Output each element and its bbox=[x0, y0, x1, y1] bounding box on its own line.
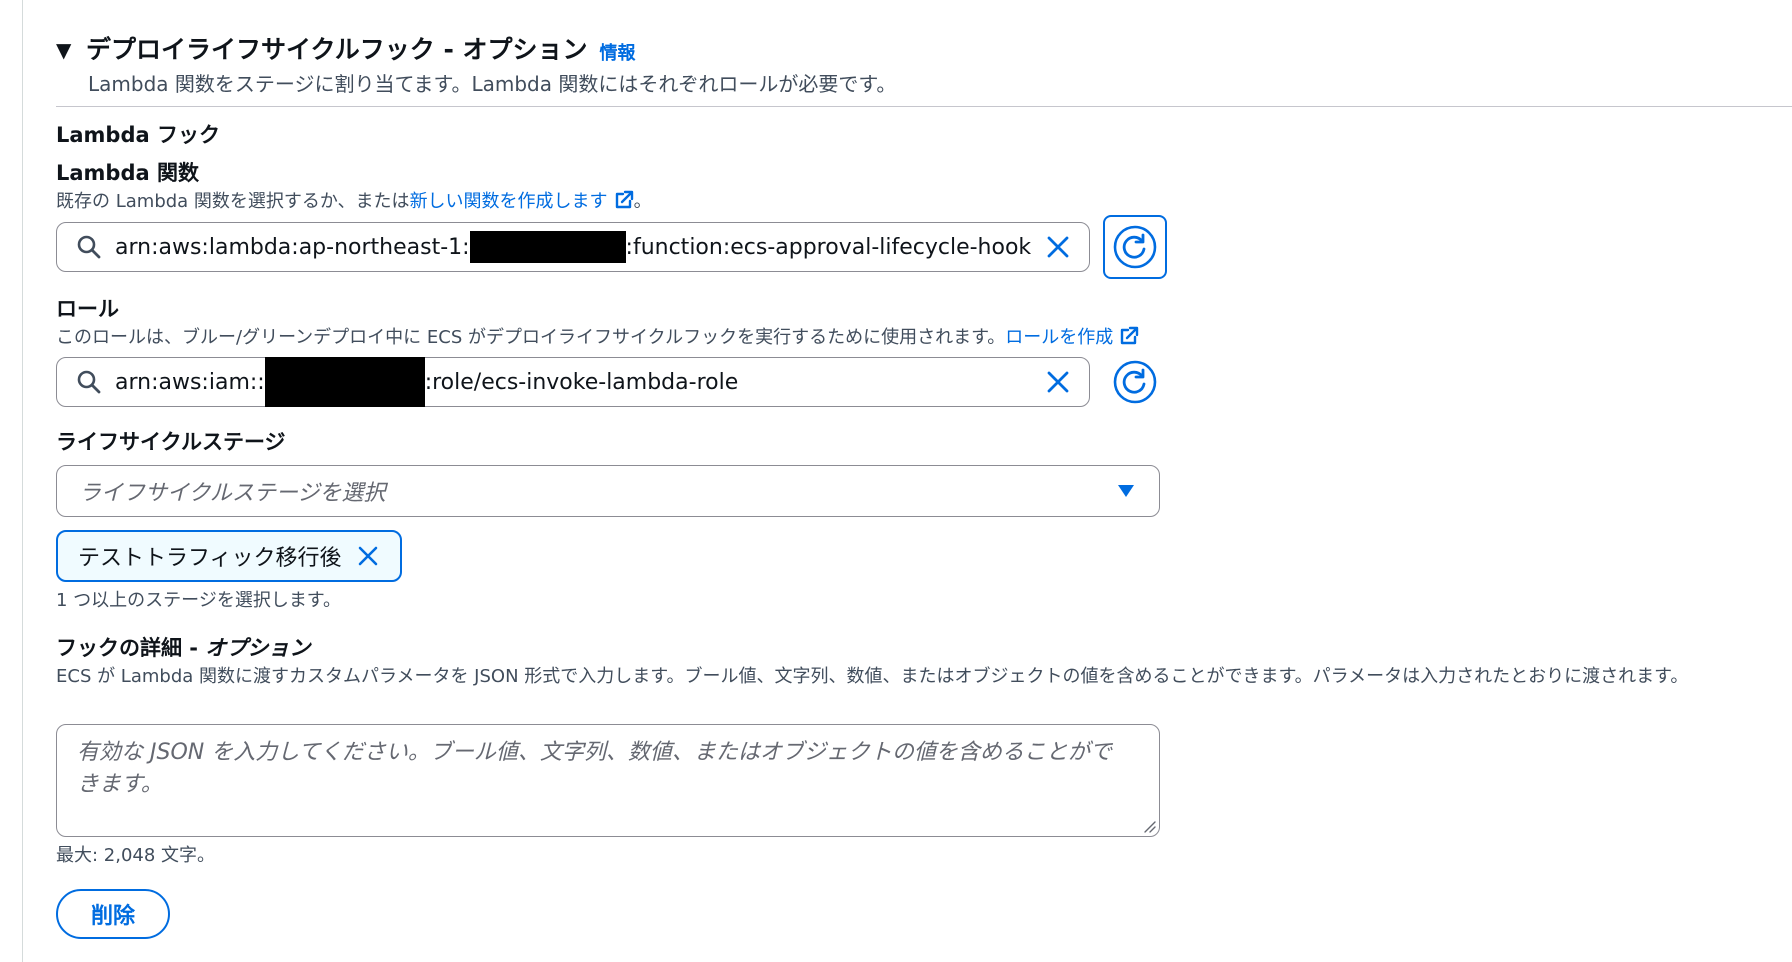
caret-down-icon[interactable]: ▼ bbox=[56, 35, 80, 65]
role-description: このロールは、ブルー/グリーンデプロイ中に ECS がデプロイライフサイクルフッ… bbox=[56, 325, 1139, 351]
lambda-function-value[interactable]: arn:aws:lambda:ap-northeast-1: :function:… bbox=[115, 231, 1031, 263]
close-icon[interactable] bbox=[356, 544, 380, 568]
lambda-function-description-suffix: 。 bbox=[633, 191, 652, 212]
selected-stage-token[interactable]: テストトラフィック移行後 bbox=[56, 530, 402, 582]
external-link-icon[interactable] bbox=[614, 190, 634, 210]
hook-details-label-main: フックの詳細 - bbox=[56, 636, 206, 660]
search-icon bbox=[77, 235, 101, 259]
lifecycle-stage-label: ライフサイクルステージ bbox=[56, 430, 286, 454]
lambda-function-label: Lambda 関数 bbox=[56, 161, 199, 185]
create-function-link-label[interactable]: 新しい関数を作成します bbox=[410, 191, 608, 212]
lifecycle-stage-hint: 1 つ以上のステージを選択します。 bbox=[56, 590, 342, 611]
section-header[interactable]: ▼ デプロイライフサイクルフック - オプション 情報 bbox=[56, 34, 636, 66]
lambda-function-description: 既存の Lambda 関数を選択するか、または新しい関数を作成します 。 bbox=[56, 189, 652, 215]
close-icon[interactable] bbox=[1045, 369, 1071, 395]
section-description: Lambda 関数をステージに割り当てます。Lambda 関数にはそれぞれロール… bbox=[88, 72, 897, 96]
role-arn-suffix: :role/ecs-invoke-lambda-role bbox=[424, 369, 739, 395]
role-label: ロール bbox=[56, 297, 119, 321]
redacted-account-id bbox=[469, 231, 626, 263]
lambda-arn-suffix: :function:ecs-approval-lifecycle-hook bbox=[625, 234, 1032, 260]
refresh-lambda-button[interactable] bbox=[1107, 219, 1163, 275]
lambda-arn-prefix: arn:aws:lambda:ap-northeast-1: bbox=[115, 234, 470, 260]
lambda-function-input[interactable]: arn:aws:lambda:ap-northeast-1: :function:… bbox=[56, 222, 1090, 272]
hook-details-label: フックの詳細 - オプション bbox=[56, 634, 310, 662]
section-title: デプロイライフサイクルフック - オプション bbox=[86, 35, 588, 64]
section-divider bbox=[56, 106, 1792, 107]
hook-details-textarea[interactable]: 有効な JSON を入力してください。ブール値、文字列、数値、またはオブジェクト… bbox=[56, 724, 1160, 837]
lifecycle-stage-placeholder: ライフサイクルステージを選択 bbox=[79, 481, 386, 506]
role-description-text: このロールは、ブルー/グリーンデプロイ中に ECS がデプロイライフサイクルフッ… bbox=[56, 327, 1006, 348]
lambda-function-description-prefix: 既存の Lambda 関数を選択するか、または bbox=[56, 191, 410, 212]
external-link-icon[interactable] bbox=[1119, 326, 1139, 346]
redacted-account-id bbox=[264, 357, 425, 407]
create-role-link[interactable]: ロールを作成 bbox=[1005, 326, 1139, 348]
hook-details-label-optional: オプション bbox=[205, 636, 311, 660]
hook-details-description: ECS が Lambda 関数に渡すカスタムパラメータを JSON 形式で入力し… bbox=[56, 666, 1689, 687]
caret-down-icon[interactable] bbox=[1117, 484, 1135, 498]
refresh-icon[interactable] bbox=[1112, 224, 1158, 270]
lifecycle-stage-select[interactable]: ライフサイクルステージを選択 bbox=[56, 465, 1160, 517]
info-link[interactable]: 情報 bbox=[600, 39, 636, 65]
refresh-icon[interactable] bbox=[1112, 359, 1158, 405]
role-input[interactable]: arn:aws:iam:::role/ecs-invoke-lambda-rol… bbox=[56, 357, 1090, 407]
create-role-link-label[interactable]: ロールを作成 bbox=[1005, 327, 1113, 348]
resize-handle-icon[interactable] bbox=[1142, 819, 1156, 833]
delete-button[interactable]: 削除 bbox=[56, 889, 170, 939]
hook-details-placeholder: 有効な JSON を入力してください。ブール値、文字列、数値、またはオブジェクト… bbox=[77, 740, 1112, 797]
hook-details-constraint: 最大: 2,048 文字。 bbox=[56, 845, 216, 866]
left-border bbox=[22, 0, 23, 962]
close-icon[interactable] bbox=[1045, 234, 1071, 260]
token-label: テストトラフィック移行後 bbox=[78, 546, 342, 571]
search-icon bbox=[77, 370, 101, 394]
lambda-hook-heading: Lambda フック bbox=[56, 123, 220, 147]
refresh-role-button[interactable] bbox=[1107, 354, 1163, 410]
role-value[interactable]: arn:aws:iam:::role/ecs-invoke-lambda-rol… bbox=[115, 357, 738, 407]
create-function-link[interactable]: 新しい関数を作成します bbox=[410, 190, 634, 212]
role-arn-prefix: arn:aws:iam:: bbox=[115, 369, 265, 395]
